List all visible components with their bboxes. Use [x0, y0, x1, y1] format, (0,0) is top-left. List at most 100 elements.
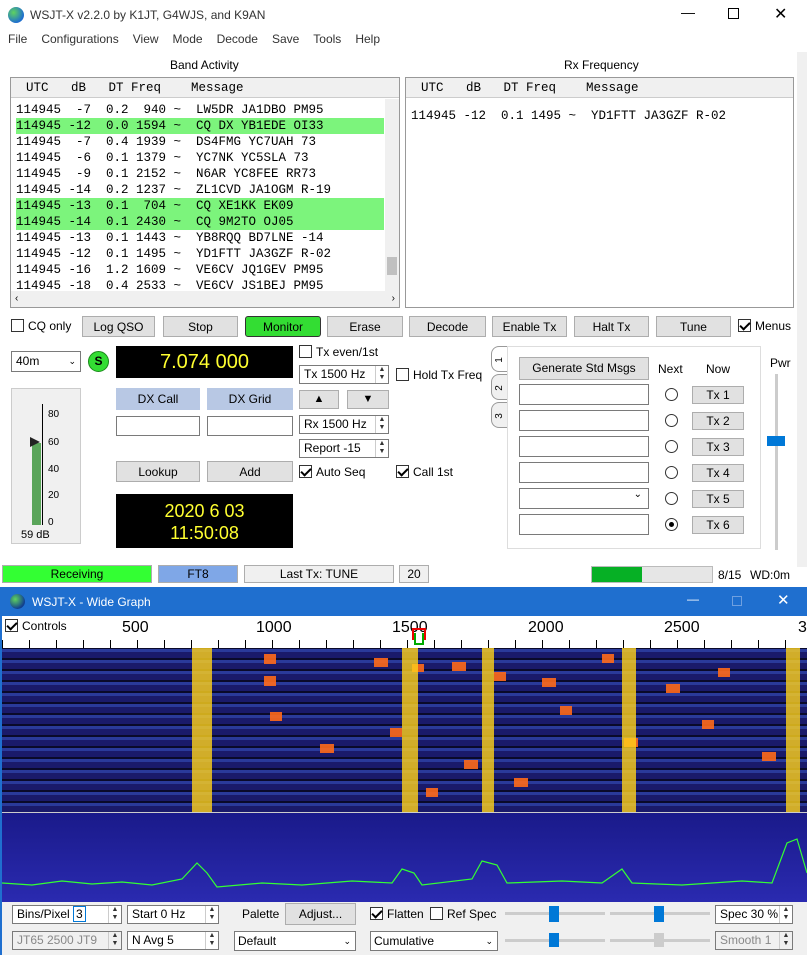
rx-frequency-spinbox[interactable]: Rx 1500 Hz ▲ ▼	[299, 415, 389, 434]
smooth-spinbox[interactable]: Smooth 1 ▲ ▼	[715, 931, 793, 950]
band-activity-panel[interactable]: UTC dB DT Freq Message 114945 -7 0.2 940…	[10, 77, 400, 308]
menu-item[interactable]: Save	[272, 32, 299, 46]
tx4-message-input[interactable]	[519, 462, 649, 483]
erase-button[interactable]: Erase	[327, 316, 403, 337]
menu-item[interactable]: Tools	[313, 32, 341, 46]
power-slider-handle[interactable]	[767, 436, 785, 446]
tx4-next-radio[interactable]	[665, 466, 678, 479]
spin-arrows-icon[interactable]: ▲ ▼	[375, 440, 388, 457]
spin-arrows-icon[interactable]: ▲ ▼	[375, 416, 388, 433]
band-activity-row[interactable]: 114945 -7 0.2 940 ~ LW5DR JA1DBO PM95	[16, 102, 384, 118]
spectrum-type-select[interactable]: Cumulative ⌄	[370, 931, 498, 951]
report-spinbox[interactable]: Report -15 ▲ ▼	[299, 439, 389, 458]
minimize-icon[interactable]: —	[687, 592, 699, 606]
band-activity-row[interactable]: 114945 -7 0.4 1939 ~ DS4FMG YC7UAH 73	[16, 134, 384, 150]
band-activity-row[interactable]: 114945 -12 0.1 1495 ~ YD1FTT JA3GZF R-02	[16, 246, 384, 262]
band-activity-row[interactable]: 114945 -13 0.1 704 ~ CQ XE1KK EK09	[16, 198, 384, 214]
spin-arrows-icon[interactable]: ▲ ▼	[779, 932, 792, 949]
stop-button[interactable]: Stop	[163, 316, 238, 337]
generate-std-msgs-button[interactable]: Generate Std Msgs	[519, 357, 649, 380]
tx-frequency-spinbox[interactable]: Tx 1500 Hz ▲ ▼	[299, 365, 389, 384]
tx-even-checkbox[interactable]: Tx even/1st	[299, 345, 378, 359]
down-arrow-button[interactable]: ▼	[347, 390, 389, 409]
tx5-message-input[interactable]: ⌄	[519, 488, 649, 509]
tab-3[interactable]: 3	[491, 402, 508, 428]
horizontal-scrollbar[interactable]: ‹ ›	[11, 291, 399, 307]
spin-arrows-icon[interactable]: ▲ ▼	[375, 366, 388, 383]
menu-item[interactable]: Decode	[217, 32, 258, 46]
spin-arrows-icon[interactable]: ▲ ▼	[108, 932, 121, 949]
maximize-icon[interactable]	[728, 8, 739, 19]
up-arrow-button[interactable]: ▲	[299, 390, 339, 409]
zero2-slider[interactable]	[610, 933, 710, 947]
dx-grid-button[interactable]: DX Grid	[207, 388, 293, 410]
menu-item[interactable]: Mode	[173, 32, 203, 46]
band-activity-row[interactable]: 114945 -6 0.1 1379 ~ YC7NK YC5SLA 73	[16, 150, 384, 166]
tx2-now-button[interactable]: Tx 2	[692, 412, 744, 430]
close-icon[interactable]: ✕	[774, 4, 787, 24]
spin-arrows-icon[interactable]: ▲ ▼	[108, 906, 121, 923]
tab-1[interactable]: 1	[491, 346, 508, 372]
tx3-message-input[interactable]	[519, 436, 649, 457]
band-activity-row[interactable]: 114945 -12 0.0 1594 ~ CQ DX YB1EDE OI33	[16, 118, 384, 134]
ref-spec-checkbox[interactable]: Ref Spec	[430, 907, 496, 921]
tx1-now-button[interactable]: Tx 1	[692, 386, 744, 404]
tx5-now-button[interactable]: Tx 5	[692, 490, 744, 508]
decode-button[interactable]: Decode	[409, 316, 486, 337]
band-activity-row[interactable]: 114945 -9 0.1 2152 ~ N6AR YC8FEE RR73	[16, 166, 384, 182]
menu-item[interactable]: Help	[355, 32, 380, 46]
monitor-button[interactable]: Monitor	[245, 316, 321, 337]
spec-spinbox[interactable]: Spec 30 % ▲ ▼	[715, 905, 793, 924]
zero-slider[interactable]	[610, 906, 710, 922]
minimize-icon[interactable]: —	[678, 4, 698, 24]
waterfall[interactable]	[2, 648, 807, 812]
band-activity-row[interactable]: 114945 -16 1.2 1609 ~ VE6CV JQ1GEV PM95	[16, 262, 384, 278]
menus-checkbox[interactable]: Menus	[738, 319, 791, 333]
start-spinbox[interactable]: Start 0 Hz ▲ ▼	[127, 905, 219, 924]
hold-tx-freq-checkbox[interactable]: Hold Tx Freq	[396, 368, 482, 382]
spin-arrows-icon[interactable]: ▲ ▼	[205, 906, 218, 923]
tx5-next-radio[interactable]	[665, 492, 678, 505]
band-activity-row[interactable]: 114945 -14 0.2 1237 ~ ZL1CVD JA1OGM R-19	[16, 182, 384, 198]
band-activity-row[interactable]: 114945 -14 0.1 2430 ~ CQ 9M2TO OJ05	[16, 214, 384, 230]
auto-seq-checkbox[interactable]: Auto Seq	[299, 465, 365, 479]
mode-range-spinbox[interactable]: JT65 2500 JT9 ▲ ▼	[12, 931, 122, 950]
band-select[interactable]: 40m ⌄	[11, 351, 81, 372]
flatten-checkbox[interactable]: Flatten	[370, 907, 424, 921]
menu-item[interactable]: View	[133, 32, 159, 46]
gain2-slider[interactable]	[505, 933, 605, 947]
close-icon[interactable]: ✕	[777, 591, 790, 609]
tx1-message-input[interactable]	[519, 384, 649, 405]
band-activity-row[interactable]: 114945 -13 0.1 1443 ~ YB8RQQ BD7LNE -14	[16, 230, 384, 246]
menu-item[interactable]: File	[8, 32, 27, 46]
call-1st-checkbox[interactable]: Call 1st	[396, 465, 453, 479]
vertical-scrollbar[interactable]	[385, 99, 399, 291]
dx-grid-input[interactable]	[207, 416, 293, 436]
tx6-next-radio[interactable]	[665, 518, 678, 531]
tx3-now-button[interactable]: Tx 3	[692, 438, 744, 456]
tx1-next-radio[interactable]	[665, 388, 678, 401]
tx3-next-radio[interactable]	[665, 440, 678, 453]
tx2-next-radio[interactable]	[665, 414, 678, 427]
enable-tx-button[interactable]: Enable Tx	[492, 316, 567, 337]
maximize-icon[interactable]	[732, 596, 742, 606]
adjust-button[interactable]: Adjust...	[285, 903, 356, 925]
tx6-message-input[interactable]	[519, 514, 649, 535]
right-scrollbar[interactable]	[797, 52, 807, 567]
controls-checkbox[interactable]: Controls	[5, 619, 67, 633]
lookup-button[interactable]: Lookup	[116, 461, 200, 482]
palette-select[interactable]: Default ⌄	[234, 931, 356, 951]
cq-only-checkbox[interactable]: CQ only	[11, 319, 71, 333]
spin-arrows-icon[interactable]: ▲ ▼	[779, 906, 792, 923]
rx-frequency-panel[interactable]: UTC dB DT Freq Message 114945 -12 0.1 14…	[405, 77, 794, 308]
dx-call-input[interactable]	[116, 416, 200, 436]
bins-per-pixel-spinbox[interactable]: Bins/Pixel 3 ▲ ▼	[12, 905, 122, 924]
menu-item[interactable]: Configurations	[41, 32, 118, 46]
tx2-message-input[interactable]	[519, 410, 649, 431]
halt-tx-button[interactable]: Halt Tx	[574, 316, 649, 337]
tx6-now-button[interactable]: Tx 6	[692, 516, 744, 534]
n-avg-spinbox[interactable]: N Avg 5 ▲ ▼	[127, 931, 219, 950]
tx4-now-button[interactable]: Tx 4	[692, 464, 744, 482]
tab-2[interactable]: 2	[491, 374, 508, 400]
dx-call-button[interactable]: DX Call	[116, 388, 200, 410]
